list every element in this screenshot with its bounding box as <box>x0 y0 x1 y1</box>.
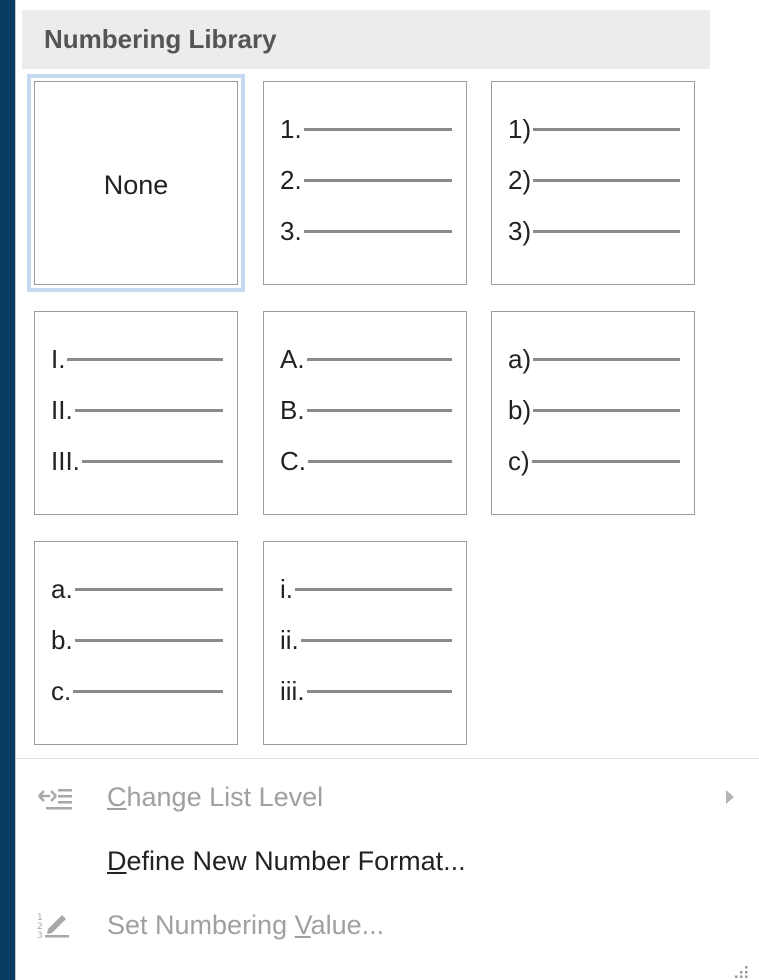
list-marker: b. <box>51 625 73 655</box>
define-new-number-format-menu-item[interactable]: Define New Number Format... <box>16 833 759 891</box>
numbering-dropdown: Numbering Library None 1. 2. 3. 1) 2) 3)… <box>15 0 759 980</box>
none-label: None <box>103 170 169 200</box>
list-marker: 3. <box>280 216 302 246</box>
list-marker: b) <box>508 395 532 425</box>
list-marker: ii. <box>280 625 299 655</box>
list-marker: iii. <box>280 676 305 706</box>
svg-text:3: 3 <box>37 931 43 941</box>
numbering-option-lower-alpha-paren[interactable]: a) b) c) <box>491 311 695 515</box>
list-marker: I. <box>51 344 66 374</box>
set-numbering-value-icon: 1 2 3 <box>37 913 69 941</box>
list-marker: A. <box>280 344 305 374</box>
menu-divider <box>16 758 759 759</box>
numbering-option-decimal-period[interactable]: 1. 2. 3. <box>263 81 467 285</box>
set-numbering-value-menu-item[interactable]: 1 2 3 Set Numbering Value... <box>16 897 759 955</box>
list-marker: i. <box>280 574 293 604</box>
list-marker: 3) <box>508 216 532 246</box>
numbering-option-lower-alpha-period[interactable]: a. b. c. <box>34 541 238 745</box>
list-marker: 1) <box>508 114 532 144</box>
submenu-arrow-icon <box>726 790 734 804</box>
resize-grip-icon[interactable] <box>735 964 749 978</box>
numbering-option-decimal-paren[interactable]: 1) 2) 3) <box>491 81 695 285</box>
numbering-library-title: Numbering Library <box>44 24 277 54</box>
change-list-level-icon <box>38 789 72 810</box>
change-list-level-label: Change List Level <box>107 782 324 812</box>
list-marker: 2) <box>508 165 532 195</box>
numbering-library-header: Numbering Library <box>22 10 710 69</box>
list-marker: a. <box>51 574 73 604</box>
list-marker: B. <box>280 395 305 425</box>
list-marker: II. <box>51 395 73 425</box>
list-marker: 2. <box>280 165 302 195</box>
set-numbering-value-label: Set Numbering Value... <box>107 910 385 940</box>
numbering-option-lower-roman[interactable]: i. ii. iii. <box>263 541 467 745</box>
list-marker: a) <box>508 344 532 374</box>
numbering-option-upper-roman[interactable]: I. II. III. <box>34 311 238 515</box>
list-marker: III. <box>51 446 80 476</box>
list-marker: C. <box>280 446 306 476</box>
list-marker: c. <box>51 676 72 706</box>
list-marker: 1. <box>280 114 302 144</box>
list-marker: c) <box>508 446 530 476</box>
numbering-option-upper-alpha[interactable]: A. B. C. <box>263 311 467 515</box>
change-list-level-menu-item[interactable]: Change List Level <box>16 769 759 827</box>
numbering-option-none[interactable]: None <box>27 74 245 292</box>
define-new-number-format-label: Define New Number Format... <box>107 846 466 876</box>
